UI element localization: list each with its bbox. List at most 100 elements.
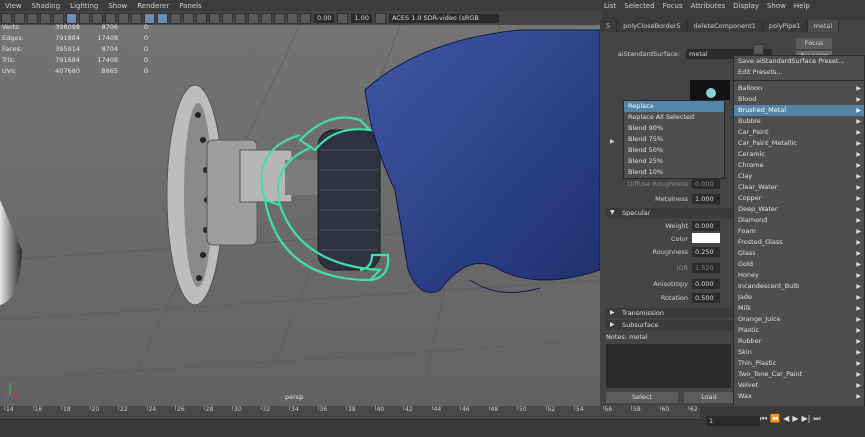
preset-item[interactable]: Milk ▶ xyxy=(734,303,864,314)
blend-menu-item[interactable]: Blend 90% xyxy=(624,123,724,134)
preset-item[interactable]: Orange_Juice ▶ xyxy=(734,314,864,325)
preset-item[interactable]: Bubble ▶ xyxy=(734,116,864,127)
anti-alias-icon[interactable] xyxy=(235,12,246,24)
spec-roughness-field[interactable]: 0.250 xyxy=(692,247,720,257)
preset-item[interactable]: Rubber ▶ xyxy=(734,336,864,347)
blend-menu-item[interactable]: Replace xyxy=(624,101,724,112)
xray-joints-icon[interactable] xyxy=(274,12,285,24)
preset-item[interactable]: Frosted_Glass ▶ xyxy=(734,237,864,248)
color-management-icon[interactable] xyxy=(374,12,386,24)
preset-item[interactable]: Thin_Plastic ▶ xyxy=(734,358,864,369)
preset-item[interactable]: Brushed_Metal ▶ xyxy=(734,105,864,116)
preset-item[interactable]: Wax ▶ xyxy=(734,391,864,402)
edit-presets-item[interactable]: Edit Presets... xyxy=(734,67,864,78)
motion-blur-icon[interactable] xyxy=(222,12,233,24)
subsurface-section[interactable]: ▶ Subsurface xyxy=(606,320,737,330)
backface-icon[interactable] xyxy=(287,12,298,24)
preset-item[interactable]: Foam ▶ xyxy=(734,226,864,237)
menu-shading[interactable]: Shading xyxy=(27,2,65,10)
go-to-end-icon[interactable]: ⏭ xyxy=(813,414,820,424)
rotation-field[interactable]: 0.500 xyxy=(692,293,720,303)
view-transform-select[interactable]: ACES 1.0 SDR-video (sRGB xyxy=(388,13,499,23)
exposure-icon[interactable] xyxy=(300,12,311,24)
tab-prefix[interactable]: 5 xyxy=(600,20,618,32)
tab-polycloseborder5[interactable]: polyCloseBorder5 xyxy=(617,20,688,32)
smooth-shade-icon[interactable] xyxy=(157,12,168,24)
ior-field[interactable]: 1.520 xyxy=(692,263,720,273)
transmission-section[interactable]: ▶ Transmission xyxy=(606,308,737,318)
preset-item[interactable]: Incandescent_Bulb ▶ xyxy=(734,281,864,292)
preset-item[interactable]: Clear_Water ▶ xyxy=(734,182,864,193)
step-forward-icon[interactable]: ▶| xyxy=(801,414,810,424)
step-back-icon[interactable]: ◀ xyxy=(783,414,789,424)
menu-list[interactable]: List xyxy=(600,2,620,10)
menu-attributes[interactable]: Attributes xyxy=(687,2,730,10)
specular-section[interactable]: ▼ Specular xyxy=(606,208,737,218)
preset-item[interactable]: Diamond ▶ xyxy=(734,215,864,226)
preset-item[interactable]: Jade ▶ xyxy=(734,292,864,303)
tab-deletecomponent1[interactable]: deleteComponent1 xyxy=(687,20,763,32)
play-forward-icon[interactable]: ▶ xyxy=(792,414,798,424)
preset-item[interactable]: Deep_Water ▶ xyxy=(734,204,864,215)
gamma-icon[interactable] xyxy=(337,12,349,24)
menu-help[interactable]: Help xyxy=(790,2,814,10)
preset-item[interactable]: Blood ▶ xyxy=(734,94,864,105)
preset-item[interactable]: Glass ▶ xyxy=(734,248,864,259)
metalness-field[interactable]: 1.000 xyxy=(692,194,720,204)
menu-show[interactable]: Show xyxy=(103,2,132,10)
tab-polypipe1[interactable]: polyPipe1 xyxy=(762,20,808,32)
menu-view[interactable]: View xyxy=(0,2,27,10)
preset-item[interactable]: Balloon ▶ xyxy=(734,83,864,94)
ruler-tick-label: 18 xyxy=(63,406,71,413)
notes-field[interactable] xyxy=(606,344,731,388)
collapse-arrow-icon[interactable]: ▶ xyxy=(610,138,615,145)
menu-display[interactable]: Display xyxy=(729,2,763,10)
step-back-key-icon[interactable]: ⏪ xyxy=(770,414,780,424)
preset-item[interactable]: Copper ▶ xyxy=(734,193,864,204)
select-button[interactable]: Select xyxy=(606,392,678,403)
spec-weight-field[interactable]: 0.000 xyxy=(692,221,720,231)
menu-renderer[interactable]: Renderer xyxy=(132,2,174,10)
preset-item[interactable]: Car_Paint_Metallic ▶ xyxy=(734,138,864,149)
blend-menu-item[interactable]: Blend 25% xyxy=(624,156,724,167)
time-ruler[interactable]: 14 16 18 20 22 24 26 28 30 32 34 36 38 40 42 44 46 48 50 52… xyxy=(0,406,700,420)
menu-selected[interactable]: Selected xyxy=(620,2,658,10)
menu-panels[interactable]: Panels xyxy=(174,2,207,10)
menu-lighting[interactable]: Lighting xyxy=(65,2,103,10)
diffuse-roughness-field[interactable]: 0.000 xyxy=(692,179,720,189)
menu-focus[interactable]: Focus xyxy=(659,2,687,10)
isolate-select-icon[interactable] xyxy=(248,12,259,24)
preset-item[interactable]: Velvet ▶ xyxy=(734,380,864,391)
save-preset-item[interactable]: Save aiStandardSurface Preset... xyxy=(734,56,864,67)
go-to-start-icon[interactable]: ⏮ xyxy=(760,414,767,424)
exposure-field[interactable]: 0.00 xyxy=(314,13,335,23)
blend-menu-item[interactable]: Blend 10% xyxy=(624,167,724,178)
gamma-field[interactable]: 1.00 xyxy=(351,13,372,23)
preset-item[interactable]: Gold ▶ xyxy=(734,259,864,270)
tab-metal[interactable]: metal xyxy=(807,20,840,32)
lights-icon[interactable] xyxy=(183,12,194,24)
spec-color-swatch[interactable] xyxy=(692,233,720,243)
preset-item[interactable]: Car_Paint ▶ xyxy=(734,127,864,138)
shadows-icon[interactable] xyxy=(196,12,207,24)
current-frame-field[interactable]: 1 xyxy=(706,416,760,426)
focus-button[interactable]: Focus xyxy=(796,38,832,49)
ambient-occlusion-icon[interactable] xyxy=(209,12,220,24)
load-button[interactable]: Load xyxy=(684,392,734,403)
preset-item[interactable]: Two_Tone_Car_Paint ▶ xyxy=(734,369,864,380)
preset-item[interactable]: Honey ▶ xyxy=(734,270,864,281)
preset-item[interactable]: Skin ▶ xyxy=(734,347,864,358)
preset-item[interactable]: Chrome ▶ xyxy=(734,160,864,171)
textured-icon[interactable] xyxy=(170,12,181,24)
anisotropy-field[interactable]: 0.000 xyxy=(692,279,720,289)
viewport[interactable]: View Shading Lighting Show Renderer Pane… xyxy=(0,0,600,406)
preset-item[interactable]: Clay ▶ xyxy=(734,171,864,182)
menu-show[interactable]: Show xyxy=(763,2,790,10)
preset-item[interactable]: Ceramic ▶ xyxy=(734,149,864,160)
xray-icon[interactable] xyxy=(261,12,272,24)
go-to-output-icon[interactable] xyxy=(753,44,764,55)
preset-item[interactable]: Plastic ▶ xyxy=(734,325,864,336)
blend-menu-item[interactable]: Blend 75% xyxy=(624,134,724,145)
blend-menu-item[interactable]: Blend 50% xyxy=(624,145,724,156)
blend-menu-item[interactable]: Replace All Selected xyxy=(624,112,724,123)
